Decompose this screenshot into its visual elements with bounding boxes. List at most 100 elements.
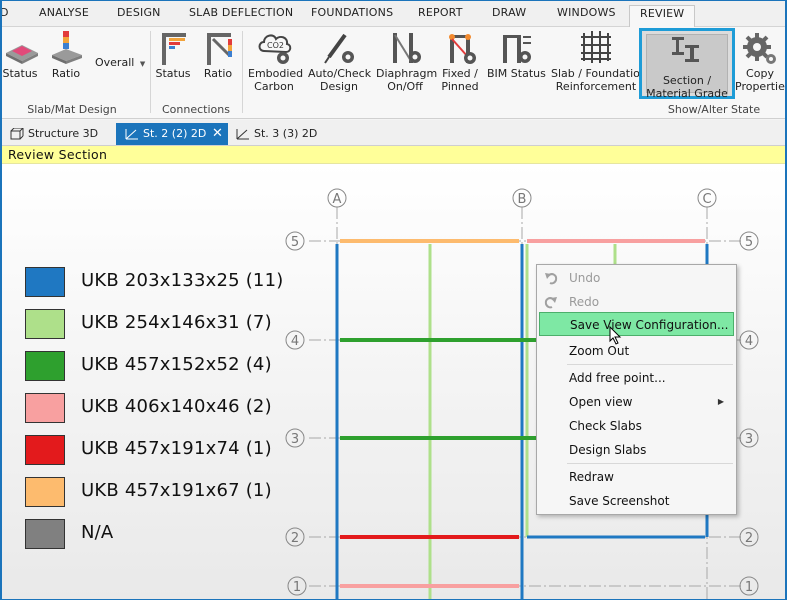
legend-item: UKB 203x133x25 (11) <box>25 267 285 297</box>
plan-2d-icon <box>236 129 249 140</box>
connections-status-button[interactable]: Status <box>155 27 191 80</box>
fixed-pinned-button[interactable]: Fixed / Pinned <box>438 27 482 93</box>
section-material-label-2: Material Grade <box>646 87 728 100</box>
legend-item: N/A <box>25 519 285 549</box>
diaphragm-label-1: Diaphragm <box>376 67 438 80</box>
grid-bubble-a: A <box>327 188 347 208</box>
menu-item-design-slabs[interactable]: Design Slabs <box>537 438 736 462</box>
embodied-carbon-label-2: Carbon <box>254 80 294 93</box>
chevron-down-icon: ▼ <box>139 60 146 68</box>
grid-bubble-3-right: 3 <box>739 428 759 448</box>
legend-label: UKB 457x191x67 (1) <box>81 480 272 501</box>
svg-text:1: 1 <box>745 580 753 595</box>
svg-text:C: C <box>702 192 711 207</box>
legend-item: UKB 457x152x52 (4) <box>25 351 285 381</box>
menu-item-check-slabs[interactable]: Check Slabs <box>537 414 736 438</box>
ribbon-tab-bar: D ANALYSE DESIGN SLAB DEFLECTION FOUNDAT… <box>0 0 787 28</box>
mouse-cursor-icon <box>609 326 622 345</box>
review-section-banner: Review Section <box>1 146 786 164</box>
tab-report[interactable]: REPORT <box>418 6 463 19</box>
menu-separator <box>567 364 733 365</box>
legend-label: UKB 457x191x74 (1) <box>81 438 272 459</box>
bim-status-icon <box>503 35 531 63</box>
gear-icon <box>743 33 776 64</box>
close-icon[interactable]: ✕ <box>212 123 223 145</box>
doc-tab-st3-2d[interactable]: St. 3 (3) 2D <box>232 123 332 145</box>
ribbon-separator <box>150 31 151 113</box>
auto-check-label-1: Auto/Check <box>308 67 372 80</box>
doc-tab-label: St. 3 (3) 2D <box>254 127 318 140</box>
section-material-grade-button[interactable]: Section / Material Grade <box>639 28 735 100</box>
legend-label: UKB 457x152x52 (4) <box>81 354 272 375</box>
legend-swatch <box>25 351 65 381</box>
diaphragm-icon <box>393 33 421 63</box>
slab-foundation-reinforcement-button[interactable]: Slab / Foundation Reinforcement <box>551 27 647 93</box>
doc-tab-structure-3d[interactable]: Structure 3D <box>6 123 114 145</box>
menu-item-label: Zoom Out <box>569 344 630 358</box>
tab-slab-deflection[interactable]: SLAB DEFLECTION <box>189 6 293 19</box>
menu-item-undo[interactable]: Undo <box>537 266 736 290</box>
tab-review[interactable]: REVIEW <box>629 5 696 28</box>
tab-foundations[interactable]: FOUNDATIONS <box>311 6 393 19</box>
legend-item: UKB 457x191x74 (1) <box>25 435 285 465</box>
legend-item: UKB 254x146x31 (7) <box>25 309 285 339</box>
slab-foundation-label-2: Reinforcement <box>555 80 637 93</box>
overall-dropdown-label: Overall <box>95 56 135 69</box>
svg-text:2: 2 <box>745 531 753 546</box>
grid-bubble-1-right: 1 <box>739 576 759 596</box>
menu-item-zoom-out[interactable]: Zoom Out <box>537 339 736 363</box>
legend-swatch <box>25 477 65 507</box>
group-label-connections: Connections <box>162 103 230 116</box>
overall-dropdown[interactable]: Overall ▼ <box>95 56 145 69</box>
legend-swatch <box>25 435 65 465</box>
connections-ratio-button[interactable]: Ratio <box>200 27 236 80</box>
auto-check-design-button[interactable]: Auto/Check Design <box>308 27 372 93</box>
svg-text:2: 2 <box>291 531 299 546</box>
slabmat-status-button[interactable]: Status <box>2 27 38 80</box>
connection-status-icon <box>162 33 186 65</box>
copy-properties-button[interactable]: Copy Properties <box>735 27 787 93</box>
doc-tab-st2-2d[interactable]: St. 2 (2) 2D ✕ <box>116 123 228 145</box>
tab-analyse[interactable]: ANALYSE <box>39 6 89 19</box>
menu-item-save-screenshot[interactable]: Save Screenshot <box>537 489 736 513</box>
tab-design[interactable]: DESIGN <box>117 6 161 19</box>
menu-item-redraw[interactable]: Redraw <box>537 465 736 489</box>
pencil-gear-icon <box>324 33 354 64</box>
embodied-carbon-button[interactable]: CO2 Embodied Carbon <box>248 27 304 93</box>
menu-item-redo[interactable]: Redo <box>537 290 736 314</box>
legend-item: UKB 406x140x46 (2) <box>25 393 285 423</box>
legend-label: UKB 254x146x31 (7) <box>81 312 272 333</box>
ribbon-panel: Status Ratio Overall ▼ Slab/Mat Design S… <box>0 27 787 119</box>
document-tab-bar: Structure 3D St. 2 (2) 2D ✕ St. 3 (3) 2D <box>0 120 787 146</box>
tab-draw[interactable]: DRAW <box>492 6 526 19</box>
embodied-carbon-label-1: Embodied <box>248 67 304 80</box>
slabmat-ratio-button[interactable]: Ratio <box>48 27 84 80</box>
diaphragm-button[interactable]: Diaphragm On/Off <box>376 27 438 93</box>
svg-text:4: 4 <box>745 334 753 349</box>
menu-item-label: Design Slabs <box>569 443 647 457</box>
grid-bubble-4-left: 4 <box>285 330 305 350</box>
menu-item-open-view[interactable]: Open view ▶ <box>537 390 736 414</box>
menu-separator <box>567 463 733 464</box>
ribbon-separator <box>242 31 243 113</box>
grid-bubble-4-right: 4 <box>739 330 759 350</box>
menu-item-label: Redraw <box>569 470 614 484</box>
menu-item-save-view-configuration[interactable]: Save View Configuration... <box>539 312 734 336</box>
grid-bubble-c: C <box>697 188 717 208</box>
group-label-slabmat: Slab/Mat Design <box>27 103 117 116</box>
tab-load[interactable]: D <box>0 6 9 19</box>
fixed-pinned-label-2: Pinned <box>441 80 479 93</box>
bim-status-button[interactable]: BIM Status <box>487 27 546 80</box>
grid-bubble-2-left: 2 <box>285 527 305 547</box>
auto-check-label-2: Design <box>320 80 358 93</box>
legend-item: UKB 457x191x67 (1) <box>25 477 285 507</box>
section-material-label-1: Section / <box>662 74 712 87</box>
svg-text:3: 3 <box>745 432 753 447</box>
legend-label: UKB 406x140x46 (2) <box>81 396 272 417</box>
copy-properties-label-2: Properties <box>735 80 787 93</box>
svg-text:5: 5 <box>291 235 299 250</box>
connection-ratio-icon <box>207 33 232 65</box>
tab-windows[interactable]: WINDOWS <box>557 6 616 19</box>
connections-ratio-label: Ratio <box>203 67 233 80</box>
menu-item-add-free-point[interactable]: Add free point... <box>537 366 736 390</box>
